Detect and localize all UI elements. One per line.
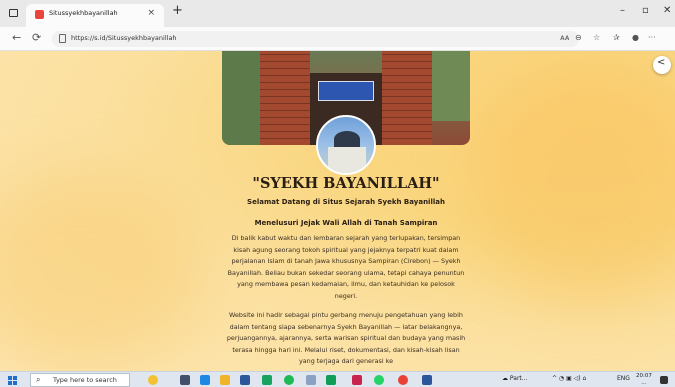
edge-icon[interactable] bbox=[200, 375, 210, 385]
start-icon[interactable] bbox=[8, 376, 17, 385]
new-tab-button[interactable]: + bbox=[172, 4, 183, 17]
tagline-text: Menelusuri Jejak Wali Allah di Tanah Sam… bbox=[254, 219, 438, 227]
clock-time: 20:07 bbox=[636, 373, 652, 379]
tab-title: Situssyekhbayanillah bbox=[49, 9, 118, 17]
app-icon[interactable] bbox=[306, 375, 316, 385]
weather-tray[interactable]: ☁ Part... bbox=[502, 375, 528, 382]
address-bar: ← ⟳ https://s.id/Situssyekhbayanillah ᴀᴀ… bbox=[0, 27, 675, 51]
lock-icon bbox=[59, 34, 66, 43]
intro-paragraph: Di balik kabut waktu dan lembaran sejara… bbox=[227, 234, 465, 300]
taskbar-search-input[interactable]: ⌕ Type here to search bbox=[30, 373, 130, 387]
zoom-icon[interactable]: ⊖ bbox=[575, 33, 582, 42]
clock-date: ... bbox=[641, 379, 647, 386]
store-icon[interactable] bbox=[240, 375, 250, 385]
window-close-icon[interactable]: ✕ bbox=[663, 5, 671, 16]
tab-close-icon[interactable]: × bbox=[147, 8, 155, 18]
app-icon[interactable] bbox=[326, 375, 336, 385]
clock[interactable]: 20:07 ... bbox=[636, 373, 652, 386]
favorites-icon[interactable]: ✰ bbox=[613, 33, 620, 42]
tab-strip: Situssyekhbayanillah × + – ▫ ✕ bbox=[0, 0, 675, 27]
notification-icon[interactable] bbox=[660, 376, 668, 384]
search-icon: ⌕ bbox=[36, 375, 41, 384]
about-paragraph: Website ini hadir sebagai pintu gerbang … bbox=[226, 311, 466, 366]
url-field[interactable]: https://s.id/Situssyekhbayanillah bbox=[52, 31, 579, 47]
mosque-avatar bbox=[316, 115, 376, 175]
profile-icon[interactable]: ● bbox=[632, 33, 639, 42]
spotify-icon[interactable] bbox=[284, 375, 294, 385]
welcome-text: Selamat Datang di Situs Sejarah Syekh Ba… bbox=[247, 198, 445, 206]
app-icon[interactable] bbox=[262, 375, 272, 385]
page-viewport: < "SYEKH BAYANILLAH" Selamat Datang di S… bbox=[0, 51, 675, 371]
favorite-icon[interactable]: ☆ bbox=[593, 33, 600, 42]
url-text: https://s.id/Situssyekhbayanillah bbox=[71, 34, 177, 42]
file-explorer-icon[interactable] bbox=[220, 375, 230, 385]
reload-icon[interactable]: ⟳ bbox=[32, 31, 41, 44]
weather-widget-icon[interactable] bbox=[148, 375, 158, 385]
app-icon[interactable] bbox=[352, 375, 362, 385]
search-placeholder: Type here to search bbox=[53, 376, 117, 384]
weather-text: Part... bbox=[509, 375, 528, 382]
read-aloud-icon[interactable]: ᴀᴀ bbox=[560, 33, 569, 42]
tray-icons[interactable]: ^ ◔ ▣ ◁) ⌂ bbox=[552, 375, 586, 382]
chrome-icon[interactable] bbox=[398, 375, 408, 385]
share-icon: < bbox=[657, 57, 666, 68]
windows-taskbar: ⌕ Type here to search ☁ Part... ^ ◔ ▣ ◁)… bbox=[0, 371, 675, 387]
maximize-icon[interactable]: ▫ bbox=[642, 5, 649, 16]
whatsapp-icon[interactable] bbox=[374, 375, 384, 385]
word-icon[interactable] bbox=[422, 375, 432, 385]
browser-tab[interactable]: Situssyekhbayanillah × bbox=[26, 4, 164, 27]
minimize-icon[interactable]: – bbox=[620, 5, 625, 16]
task-view-icon[interactable] bbox=[180, 375, 190, 385]
page-title: "SYEKH BAYANILLAH" bbox=[252, 175, 440, 192]
back-icon[interactable]: ← bbox=[12, 31, 21, 44]
share-button[interactable]: < bbox=[653, 56, 671, 74]
tab-actions-icon[interactable] bbox=[9, 9, 18, 17]
site-favicon-icon bbox=[35, 10, 44, 19]
more-icon[interactable]: ··· bbox=[648, 33, 656, 42]
language-indicator[interactable]: ENG bbox=[617, 375, 630, 382]
